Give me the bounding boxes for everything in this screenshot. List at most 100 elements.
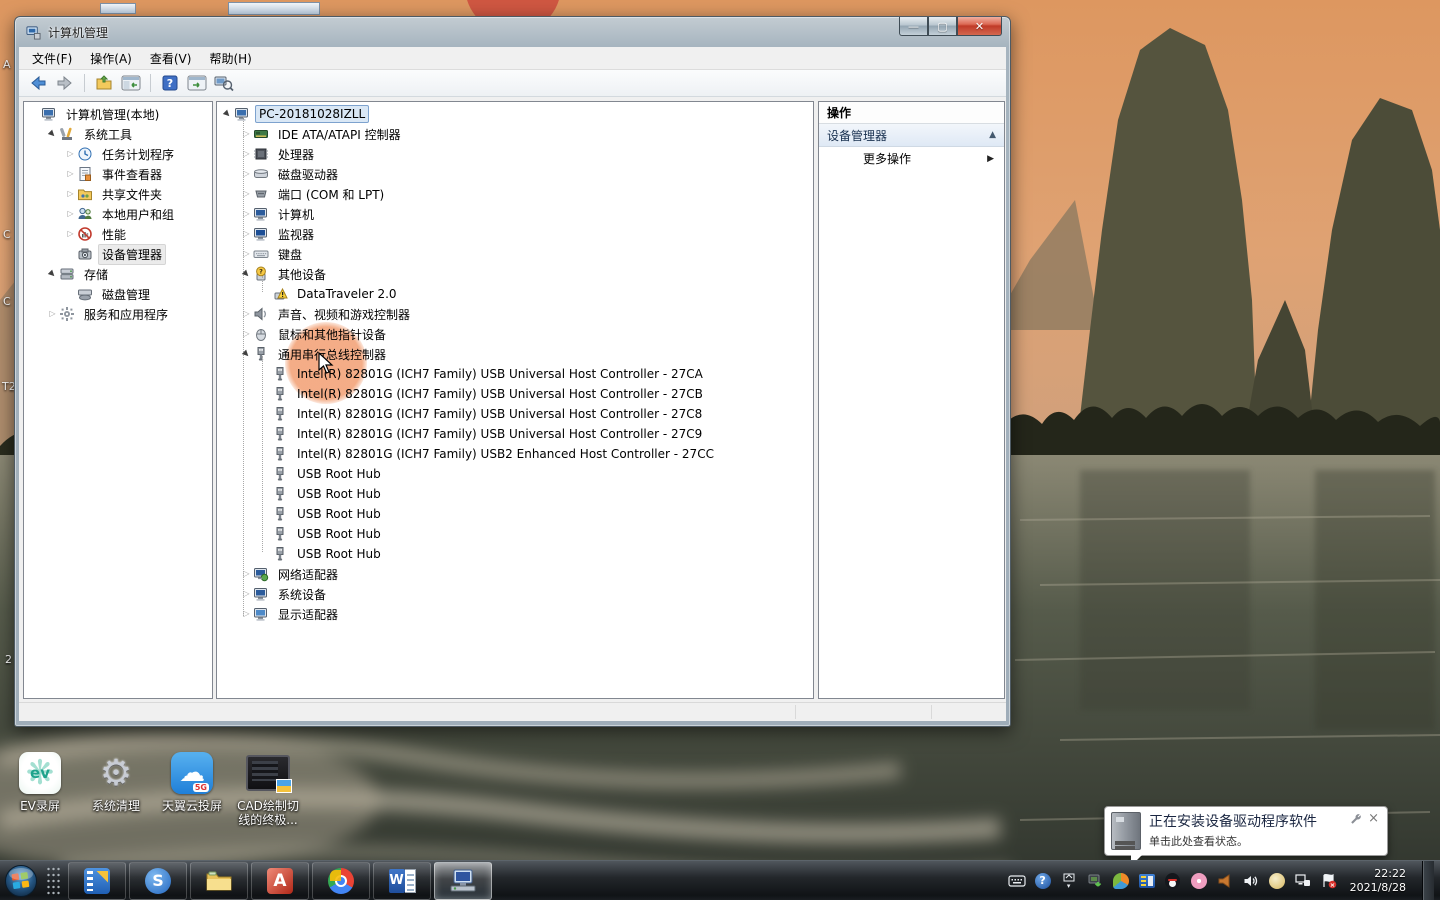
tray-keyboard-icon[interactable] xyxy=(1008,872,1026,890)
toolbar-help-icon[interactable]: ? xyxy=(159,72,181,94)
console-item-[interactable]: 性能 xyxy=(24,224,212,244)
device-item-intelr82801gich7familyus[interactable]: Intel(R) 82801G (ICH7 Family) USB Univer… xyxy=(217,384,813,404)
expand-arrow-icon[interactable] xyxy=(46,304,59,324)
expand-arrow-icon[interactable] xyxy=(240,324,253,344)
device-item-pc-20181028izll[interactable]: PC-20181028IZLL xyxy=(217,104,813,124)
console-item-[interactable]: 服务和应用程序 xyxy=(24,304,212,324)
tray-voice-app-icon[interactable] xyxy=(1112,872,1130,890)
expand-arrow-icon[interactable] xyxy=(240,164,253,184)
taskbar-app-explorer[interactable] xyxy=(190,862,248,900)
close-button[interactable]: ✕ xyxy=(957,17,1002,36)
tray-help-icon[interactable]: ? xyxy=(1034,872,1052,890)
tray-hidden-icons-button[interactable]: ▾ xyxy=(1060,872,1078,890)
device-item-usbroothub[interactable]: USB Root Hub xyxy=(217,464,813,484)
expand-arrow-icon[interactable] xyxy=(240,204,253,224)
expand-arrow-icon[interactable] xyxy=(240,344,253,364)
console-item-[interactable]: 系统工具 xyxy=(24,124,212,144)
tray-video-app-icon[interactable] xyxy=(1138,872,1156,890)
tray-network-icon[interactable] xyxy=(1294,872,1312,890)
toolbar-back-icon[interactable] xyxy=(27,72,49,94)
expand-arrow-icon[interactable] xyxy=(221,104,234,124)
expand-arrow-icon[interactable] xyxy=(64,204,77,224)
device-item-[interactable]: 键盘 xyxy=(217,244,813,264)
device-item-[interactable]: 声音、视频和游戏控制器 xyxy=(217,304,813,324)
toolbar-scan-icon[interactable] xyxy=(213,72,235,94)
taskbar-app-autocad[interactable]: A xyxy=(251,862,309,900)
expand-arrow-icon[interactable] xyxy=(240,144,253,164)
console-item-[interactable]: 事件查看器 xyxy=(24,164,212,184)
expand-arrow-icon[interactable] xyxy=(240,304,253,324)
device-item-usbroothub[interactable]: USB Root Hub xyxy=(217,544,813,564)
tray-driver-install-icon[interactable] xyxy=(1086,872,1104,890)
console-item-[interactable]: 计算机管理(本地) xyxy=(24,104,212,124)
driver-install-balloon[interactable]: 正在安装设备驱动程序软件 单击此处查看状态。 × xyxy=(1104,806,1388,856)
cad-video-file[interactable]: CAD绘制切 线的终极... xyxy=(230,750,306,827)
console-item-[interactable]: 本地用户和组 xyxy=(24,204,212,224)
menu-f[interactable]: 文件(F) xyxy=(23,47,81,70)
device-item-usbroothub[interactable]: USB Root Hub xyxy=(217,524,813,544)
device-item-intelr82801gich7familyus[interactable]: Intel(R) 82801G (ICH7 Family) USB2 Enhan… xyxy=(217,444,813,464)
actions-group-device-manager[interactable]: 设备管理器 ▲ xyxy=(819,124,1004,147)
device-item-[interactable]: 网络适配器 xyxy=(217,564,813,584)
taskbar-app-computer-management[interactable] xyxy=(434,862,492,900)
console-item-[interactable]: 任务计划程序 xyxy=(24,144,212,164)
expand-arrow-icon[interactable] xyxy=(64,184,77,204)
device-item-intelr82801gich7familyus[interactable]: Intel(R) 82801G (ICH7 Family) USB Univer… xyxy=(217,364,813,384)
device-item-[interactable]: 处理器 xyxy=(217,144,813,164)
device-item-ideataatapi[interactable]: IDE ATA/ATAPI 控制器 xyxy=(217,124,813,144)
expand-arrow-icon[interactable] xyxy=(240,124,253,144)
console-item-[interactable]: 设备管理器 xyxy=(24,244,212,264)
device-item-[interactable]: 显示适配器 xyxy=(217,604,813,624)
more-actions-item[interactable]: 更多操作 ▶ xyxy=(819,147,1004,170)
tray-flower-app-icon[interactable] xyxy=(1190,872,1208,890)
taskbar-grip[interactable] xyxy=(46,866,60,896)
tray-round-app-icon[interactable] xyxy=(1268,872,1286,890)
tray-horn-app-icon[interactable] xyxy=(1216,872,1234,890)
device-item-intelr82801gich7familyus[interactable]: Intel(R) 82801G (ICH7 Family) USB Univer… xyxy=(217,404,813,424)
expand-arrow-icon[interactable] xyxy=(64,144,77,164)
toolbar-forward-icon[interactable] xyxy=(54,72,76,94)
expand-arrow-icon[interactable] xyxy=(240,584,253,604)
console-item-[interactable]: 共享文件夹 xyxy=(24,184,212,204)
balloon-subtitle[interactable]: 单击此处查看状态。 xyxy=(1149,833,1350,849)
toolbar-export-icon[interactable] xyxy=(93,72,115,94)
system-cleaner-shortcut[interactable]: ⚙ 系统清理 xyxy=(78,750,154,827)
device-item-comlpt[interactable]: 端口 (COM 和 LPT) xyxy=(217,184,813,204)
menu-h[interactable]: 帮助(H) xyxy=(200,47,260,70)
device-item-[interactable]: 系统设备 xyxy=(217,584,813,604)
menu-v[interactable]: 查看(V) xyxy=(141,47,201,70)
maximize-button[interactable]: ▢ xyxy=(928,17,957,36)
taskbar-clock[interactable]: 22:22 2021/8/28 xyxy=(1346,867,1414,895)
expand-arrow-icon[interactable] xyxy=(64,164,77,184)
toolbar-panel-left-icon[interactable] xyxy=(120,72,142,94)
device-item-[interactable]: 鼠标和其他指针设备 xyxy=(217,324,813,344)
expand-arrow-icon[interactable] xyxy=(240,224,253,244)
ev-recorder-shortcut[interactable]: ev EV录屏 xyxy=(2,750,78,827)
toolbar-panel-right-icon[interactable] xyxy=(186,72,208,94)
tianyi-cloud-cast-shortcut[interactable]: ☁5G 天翼云投屏 xyxy=(154,750,230,827)
taskbar-app-sogou[interactable]: S xyxy=(129,862,187,900)
taskbar-app-ev-capture[interactable] xyxy=(68,862,126,900)
start-button[interactable] xyxy=(0,861,42,900)
device-item-[interactable]: 监视器 xyxy=(217,224,813,244)
taskbar-app-chrome[interactable] xyxy=(312,862,370,900)
expand-arrow-icon[interactable] xyxy=(64,224,77,244)
window-titlebar[interactable]: 计算机管理 — ▢ ✕ xyxy=(15,17,1010,47)
expand-arrow-icon[interactable] xyxy=(240,244,253,264)
tray-volume-icon[interactable] xyxy=(1242,872,1260,890)
device-item-usbroothub[interactable]: USB Root Hub xyxy=(217,484,813,504)
console-item-[interactable]: 磁盘管理 xyxy=(24,284,212,304)
taskbar-app-word[interactable]: W xyxy=(373,862,431,900)
device-item-[interactable]: 磁盘驱动器 xyxy=(217,164,813,184)
device-item-[interactable]: 通用串行总线控制器 xyxy=(217,344,813,364)
console-item-[interactable]: 存储 xyxy=(24,264,212,284)
tray-qq-icon[interactable] xyxy=(1164,872,1182,890)
expand-arrow-icon[interactable] xyxy=(46,264,59,284)
device-item-usbroothub[interactable]: USB Root Hub xyxy=(217,504,813,524)
balloon-close-icon[interactable]: × xyxy=(1368,813,1379,825)
expand-arrow-icon[interactable] xyxy=(46,124,59,144)
device-item-[interactable]: 计算机 xyxy=(217,204,813,224)
device-item-intelr82801gich7familyus[interactable]: Intel(R) 82801G (ICH7 Family) USB Univer… xyxy=(217,424,813,444)
expand-arrow-icon[interactable] xyxy=(240,604,253,624)
tray-action-center-icon[interactable]: × xyxy=(1320,872,1338,890)
